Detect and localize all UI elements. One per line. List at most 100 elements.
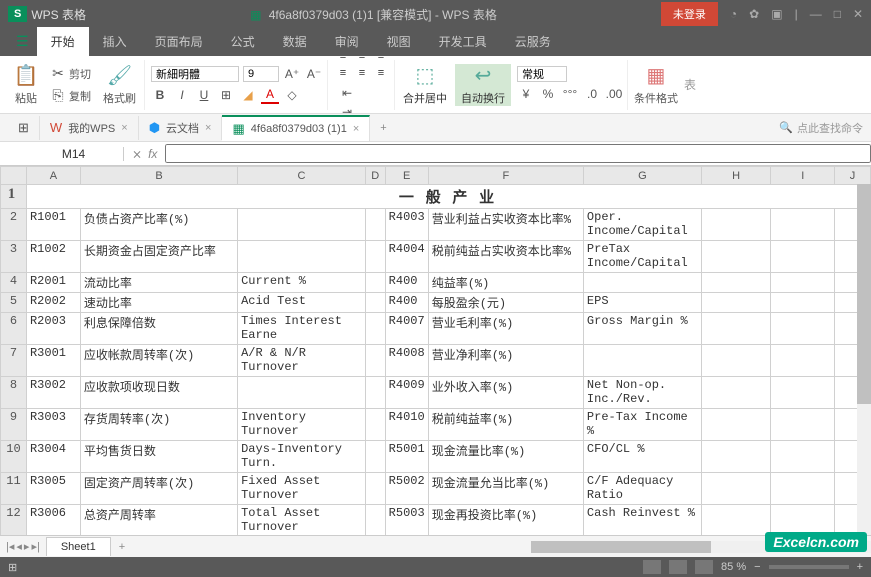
cell-H10[interactable] xyxy=(701,441,771,473)
sync-icon[interactable]: ◔ xyxy=(730,7,737,21)
cell-D2[interactable] xyxy=(365,209,385,241)
spreadsheet-grid[interactable]: ABCDEFGHIJ1一 般 产 业2R1001负债占资产比率(%)R4003营… xyxy=(0,166,871,535)
cell-C10[interactable]: Days-Inventory Turn. xyxy=(238,441,366,473)
cell-E2[interactable]: R4003 xyxy=(385,209,428,241)
cell-G11[interactable]: C/F Adequacy Ratio xyxy=(583,473,701,505)
cell-F11[interactable]: 现金流量允当比率(%) xyxy=(428,473,583,505)
align-right[interactable]: ≡ xyxy=(372,65,390,81)
col-header-F[interactable]: F xyxy=(428,167,583,185)
zoom-out-button[interactable]: − xyxy=(754,561,760,573)
cell-C6[interactable]: Times Interest Earne xyxy=(238,313,366,345)
row-header-8[interactable]: 8 xyxy=(1,377,27,409)
cell-I10[interactable] xyxy=(771,441,835,473)
cell-I4[interactable] xyxy=(771,273,835,293)
cell-F10[interactable]: 现金流量比率(%) xyxy=(428,441,583,473)
cell-B10[interactable]: 平均售货日数 xyxy=(80,441,237,473)
shrink-font-button[interactable]: A⁻ xyxy=(305,65,323,83)
cell-A2[interactable]: R1001 xyxy=(26,209,80,241)
row-header-2[interactable]: 2 xyxy=(1,209,27,241)
close-button[interactable]: ✕ xyxy=(853,7,863,21)
cell-H7[interactable] xyxy=(701,345,771,377)
zoom-in-button[interactable]: + xyxy=(857,561,863,573)
cell-E5[interactable]: R400 xyxy=(385,293,428,313)
cut-button[interactable]: ✂剪切 xyxy=(46,64,95,84)
cell-G12[interactable]: Cash Reinvest % xyxy=(583,505,701,536)
inc-decimal-button[interactable]: .0 xyxy=(583,85,601,103)
cond-format-button[interactable]: ▦ 条件格式 xyxy=(630,63,682,106)
col-header-I[interactable]: I xyxy=(771,167,835,185)
row-header-1[interactable]: 1 xyxy=(1,185,27,209)
doc-tab-current[interactable]: ▦4f6a8f0379d03 (1)1× xyxy=(222,115,370,141)
cell-E11[interactable]: R5002 xyxy=(385,473,428,505)
cell-C11[interactable]: Fixed Asset Turnover xyxy=(238,473,366,505)
row-header-5[interactable]: 5 xyxy=(1,293,27,313)
number-format-select[interactable] xyxy=(517,66,567,82)
bold-button[interactable]: B xyxy=(151,86,169,104)
cell-G10[interactable]: CFO/CL % xyxy=(583,441,701,473)
cell-A3[interactable]: R1002 xyxy=(26,241,80,273)
zoom-slider[interactable] xyxy=(769,565,849,569)
doc-tab-home[interactable]: ⊞ xyxy=(8,116,40,140)
tab-cloud[interactable]: 云服务 xyxy=(501,27,565,56)
cell-I8[interactable] xyxy=(771,377,835,409)
grid-toggle-icon[interactable]: ⊞ xyxy=(8,561,17,574)
col-header-E[interactable]: E xyxy=(385,167,428,185)
clear-format-button[interactable]: ◇ xyxy=(283,86,301,104)
cell-A8[interactable]: R3002 xyxy=(26,377,80,409)
cell-H9[interactable] xyxy=(701,409,771,441)
settings-icon[interactable]: ✿ xyxy=(749,7,759,21)
select-all-corner[interactable] xyxy=(1,167,27,185)
cell-B6[interactable]: 利息保障倍数 xyxy=(80,313,237,345)
cell-C3[interactable] xyxy=(238,241,366,273)
cell-F6[interactable]: 营业毛利率(%) xyxy=(428,313,583,345)
cell-C5[interactable]: Acid Test xyxy=(238,293,366,313)
cell-I11[interactable] xyxy=(771,473,835,505)
cell-H4[interactable] xyxy=(701,273,771,293)
cell-C12[interactable]: Total Asset Turnover xyxy=(238,505,366,536)
tab-dev[interactable]: 开发工具 xyxy=(425,27,501,56)
currency-button[interactable]: ¥ xyxy=(517,85,535,103)
zoom-value[interactable]: 85 % xyxy=(721,561,746,573)
row-header-12[interactable]: 12 xyxy=(1,505,27,536)
cell-G9[interactable]: Pre-Tax Income % xyxy=(583,409,701,441)
col-header-G[interactable]: G xyxy=(583,167,701,185)
cell-G4[interactable] xyxy=(583,273,701,293)
row-header-9[interactable]: 9 xyxy=(1,409,27,441)
cell-I6[interactable] xyxy=(771,313,835,345)
cell-E4[interactable]: R400 xyxy=(385,273,428,293)
cell-B8[interactable]: 应收款项收现日数 xyxy=(80,377,237,409)
view-normal-button[interactable] xyxy=(643,560,661,574)
cell-F9[interactable]: 税前纯益率(%) xyxy=(428,409,583,441)
align-left[interactable]: ≡ xyxy=(334,65,352,81)
cell-B3[interactable]: 长期资金占固定资产比率 xyxy=(80,241,237,273)
cell-H8[interactable] xyxy=(701,377,771,409)
cell-D6[interactable] xyxy=(365,313,385,345)
cell-A9[interactable]: R3003 xyxy=(26,409,80,441)
row-header-4[interactable]: 4 xyxy=(1,273,27,293)
cell-B9[interactable]: 存货周转率(次) xyxy=(80,409,237,441)
sheet-add-button[interactable]: + xyxy=(111,541,133,553)
login-button[interactable]: 未登录 xyxy=(661,2,718,26)
tab-view[interactable]: 视图 xyxy=(373,27,425,56)
cell-A5[interactable]: R2002 xyxy=(26,293,80,313)
maximize-button[interactable]: □ xyxy=(834,7,841,21)
close-icon[interactable]: × xyxy=(121,122,127,134)
cell-B12[interactable]: 总资产周转率 xyxy=(80,505,237,536)
cell-E3[interactable]: R4004 xyxy=(385,241,428,273)
cell-E9[interactable]: R4010 xyxy=(385,409,428,441)
cell-A11[interactable]: R3005 xyxy=(26,473,80,505)
cell-B4[interactable]: 流动比率 xyxy=(80,273,237,293)
italic-button[interactable]: I xyxy=(173,86,191,104)
cell-C7[interactable]: A/R & N/R Turnover xyxy=(238,345,366,377)
cell-D7[interactable] xyxy=(365,345,385,377)
cell-H6[interactable] xyxy=(701,313,771,345)
cell-A7[interactable]: R3001 xyxy=(26,345,80,377)
close-icon[interactable]: × xyxy=(353,123,359,135)
doc-tab-cloud[interactable]: ⬢云文档× xyxy=(139,116,223,140)
cell-E10[interactable]: R5001 xyxy=(385,441,428,473)
cell-D12[interactable] xyxy=(365,505,385,536)
cell-I5[interactable] xyxy=(771,293,835,313)
minimize-button[interactable]: — xyxy=(810,7,822,21)
close-icon[interactable]: × xyxy=(205,122,211,134)
cell-D4[interactable] xyxy=(365,273,385,293)
